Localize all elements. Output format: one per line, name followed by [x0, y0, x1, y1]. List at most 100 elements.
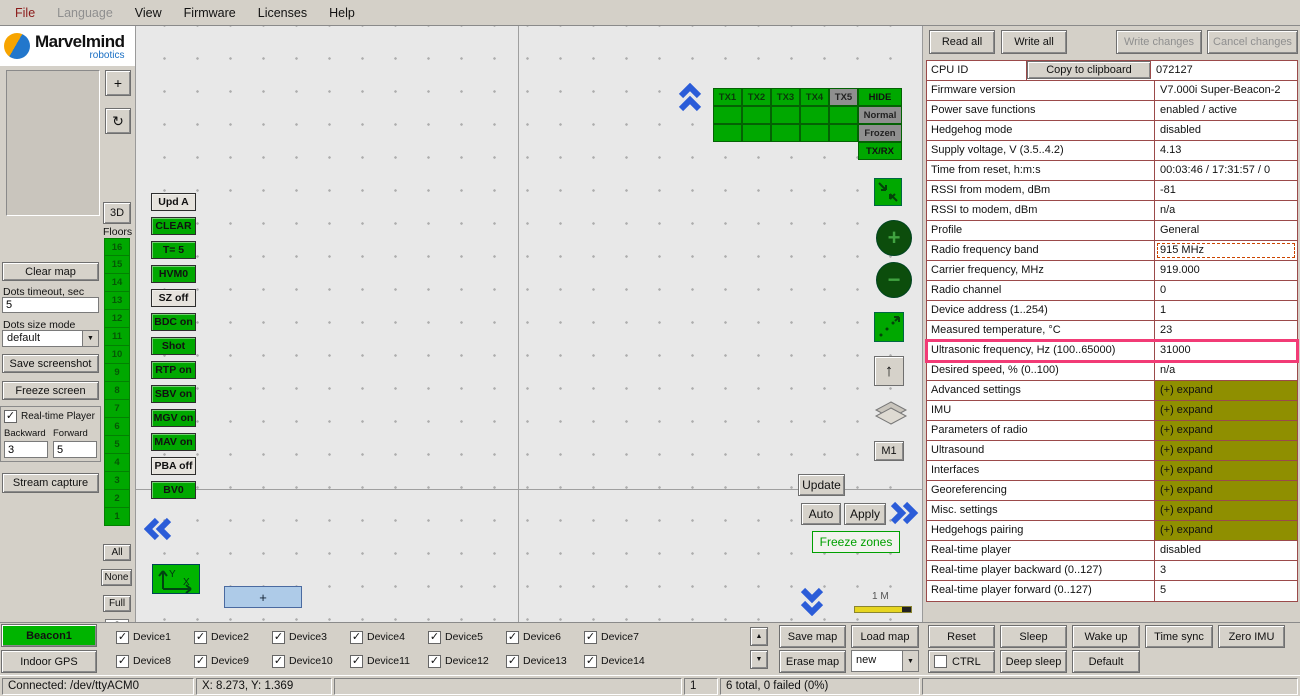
collapse-arrows-icon[interactable]	[874, 178, 902, 206]
device-checkbox[interactable]: ✓	[194, 655, 207, 668]
tx-cell[interactable]	[771, 124, 800, 142]
map-button-mgv-on[interactable]: MGV on	[151, 409, 196, 427]
floors-full-button[interactable]: Full	[103, 595, 131, 612]
floor-button[interactable]: 16	[104, 238, 130, 256]
floor-button[interactable]: 2	[104, 490, 130, 508]
param-value[interactable]: General	[1155, 221, 1297, 240]
map-button-shot[interactable]: Shot	[151, 337, 196, 355]
dots-timeout-input[interactable]	[2, 297, 99, 313]
up-arrow-icon[interactable]: ↑	[874, 356, 904, 386]
device-checkbox[interactable]: ✓	[584, 655, 597, 668]
sleep-button[interactable]: Sleep	[1000, 625, 1067, 648]
tx-frozen-button[interactable]: Frozen	[858, 124, 902, 142]
tx-cell[interactable]	[713, 106, 742, 124]
ctrl-checkbox[interactable]	[934, 655, 947, 668]
device-item[interactable]: ✓Device2	[194, 625, 272, 649]
tx2-cell[interactable]: TX2	[742, 88, 771, 106]
axis-orientation-icon[interactable]: Y X	[152, 564, 200, 594]
param-value[interactable]: 31000	[1155, 341, 1297, 360]
clear-map-button[interactable]: Clear map	[2, 262, 99, 281]
param-value[interactable]: V7.000i Super-Beacon-2	[1155, 81, 1297, 100]
map-button-pba-off[interactable]: PBA off	[151, 457, 196, 475]
map-button-bdc-on[interactable]: BDC on	[151, 313, 196, 331]
floor-button[interactable]: 14	[104, 274, 130, 292]
erase-map-button[interactable]: Erase map	[779, 650, 846, 673]
tx3-cell[interactable]: TX3	[771, 88, 800, 106]
device-item[interactable]: ✓Device7	[584, 625, 662, 649]
floor-button[interactable]: 4	[104, 454, 130, 472]
deep-sleep-button[interactable]: Deep sleep	[1000, 650, 1067, 673]
tx-txrx-button[interactable]: TX/RX	[858, 142, 902, 160]
collapse-up-chevron-icon[interactable]	[677, 83, 703, 113]
device-checkbox[interactable]: ✓	[428, 655, 441, 668]
floor-button[interactable]: 13	[104, 292, 130, 310]
param-value[interactable]: 0	[1155, 281, 1297, 300]
collapse-down-chevron-icon[interactable]	[799, 586, 825, 616]
device-item[interactable]: ✓Device13	[506, 649, 584, 673]
param-value[interactable]: 919.000	[1155, 261, 1297, 280]
chevron-down-icon[interactable]: ▼	[82, 331, 98, 346]
device-scroll-down-button[interactable]: ▼	[750, 650, 768, 669]
stream-capture-button[interactable]: Stream capture	[2, 473, 99, 493]
device-checkbox[interactable]: ✓	[272, 631, 285, 644]
map-canvas[interactable]: Upd A CLEAR T= 5 HVM0 SZ off BDC on Shot…	[135, 26, 922, 622]
realtime-player-toggle[interactable]: ✓ Real-time Player	[4, 410, 95, 423]
tx-cell[interactable]	[742, 124, 771, 142]
chevron-down-icon[interactable]: ▼	[902, 651, 918, 671]
device-checkbox[interactable]: ✓	[506, 631, 519, 644]
tx-hide-button[interactable]: HIDE	[858, 88, 902, 106]
load-map-button[interactable]: Load map	[851, 625, 919, 648]
expand-button[interactable]: (+) expand	[1155, 381, 1297, 400]
map-button-sz-off[interactable]: SZ off	[151, 289, 196, 307]
map-select[interactable]: new ▼	[851, 650, 919, 672]
rotate-tool-button[interactable]: ↻	[105, 108, 131, 134]
expand-button[interactable]: (+) expand	[1155, 481, 1297, 500]
param-value-focused[interactable]: 915 MHz	[1155, 241, 1297, 260]
expand-button[interactable]: (+) expand	[1155, 401, 1297, 420]
device-checkbox[interactable]: ✓	[116, 655, 129, 668]
reset-button[interactable]: Reset	[928, 625, 995, 648]
floor-button[interactable]: 10	[104, 346, 130, 364]
map-button-sbv-on[interactable]: SBV on	[151, 385, 196, 403]
realtime-player-checkbox[interactable]: ✓	[4, 410, 17, 423]
time-sync-button[interactable]: Time sync	[1145, 625, 1213, 648]
device-checkbox[interactable]: ✓	[584, 631, 597, 644]
param-value[interactable]: 3	[1155, 561, 1297, 580]
add-submap-button[interactable]: +	[224, 586, 302, 608]
device-checkbox[interactable]: ✓	[272, 655, 285, 668]
beacon1-tab[interactable]: Beacon1	[1, 624, 97, 647]
zoom-in-button[interactable]: +	[876, 220, 912, 256]
device-item[interactable]: ✓Device12	[428, 649, 506, 673]
param-value[interactable]: 4.13	[1155, 141, 1297, 160]
device-checkbox[interactable]: ✓	[116, 631, 129, 644]
map-button-rtp-on[interactable]: RTP on	[151, 361, 196, 379]
map-button-hvm0[interactable]: HVM0	[151, 265, 196, 283]
map-button-upd-a[interactable]: Upd A	[151, 193, 196, 211]
device-item[interactable]: ✓Device14	[584, 649, 662, 673]
save-screenshot-button[interactable]: Save screenshot	[2, 354, 99, 373]
device-item[interactable]: ✓Device6	[506, 625, 584, 649]
param-value[interactable]: 1	[1155, 301, 1297, 320]
device-item[interactable]: ✓Device1	[116, 625, 194, 649]
floor-button[interactable]: 5	[104, 436, 130, 454]
device-scroll-up-button[interactable]: ▲	[750, 627, 768, 646]
floor-button[interactable]: 15	[104, 256, 130, 274]
param-value[interactable]: disabled	[1155, 121, 1297, 140]
update-button[interactable]: Update	[798, 474, 845, 496]
tx-cell[interactable]	[800, 124, 829, 142]
tx-normal-button[interactable]: Normal	[858, 106, 902, 124]
param-value[interactable]: 5	[1155, 581, 1297, 601]
floor-button[interactable]: 8	[104, 382, 130, 400]
map-button-t5[interactable]: T= 5	[151, 241, 196, 259]
device-item[interactable]: ✓Device8	[116, 649, 194, 673]
floors-none-button[interactable]: None	[101, 569, 132, 586]
tx-cell[interactable]	[742, 106, 771, 124]
dotted-path-icon[interactable]	[874, 312, 904, 342]
floors-all-button[interactable]: All	[103, 544, 131, 561]
tx5-cell[interactable]: TX5	[829, 88, 858, 106]
menu-view[interactable]: View	[124, 1, 173, 25]
param-value[interactable]: enabled / active	[1155, 101, 1297, 120]
default-button[interactable]: Default	[1072, 650, 1140, 673]
apply-button[interactable]: Apply	[844, 503, 886, 525]
floor-button[interactable]: 1	[104, 508, 130, 526]
